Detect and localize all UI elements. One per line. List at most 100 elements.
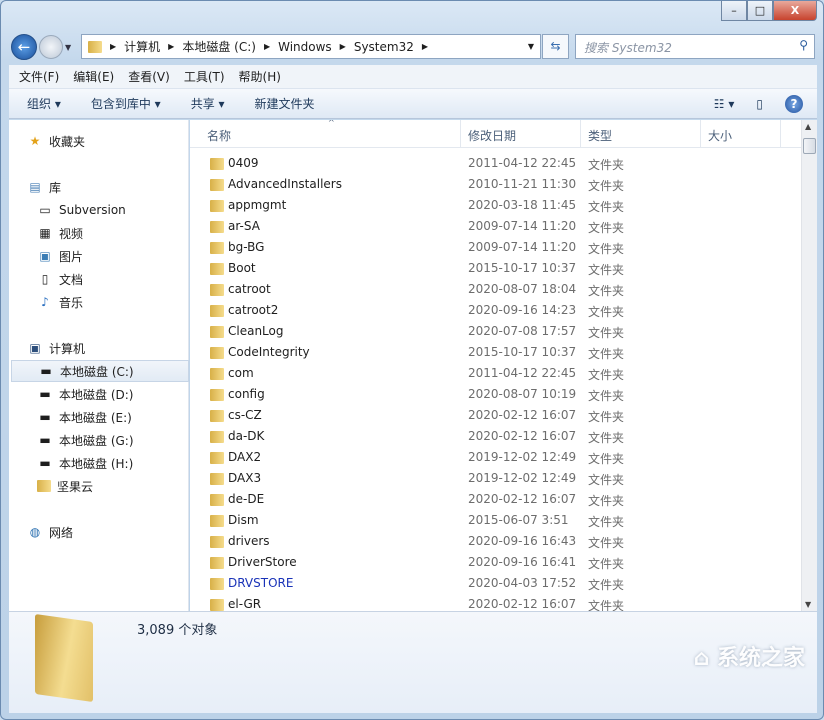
address-bar[interactable]: ▶计算机 ▶本地磁盘 (C:) ▶Windows ▶System32 ▶ ▼ bbox=[81, 34, 541, 59]
file-name: AdvancedInstallers bbox=[228, 177, 342, 191]
menu-view[interactable]: 查看(V) bbox=[128, 68, 170, 85]
menu-file[interactable]: 文件(F) bbox=[19, 68, 59, 85]
sidebar-label: 收藏夹 bbox=[49, 133, 85, 150]
file-row[interactable]: config 2020-08-07 10:19 文件夹 bbox=[190, 384, 801, 405]
back-button[interactable]: ← bbox=[11, 34, 37, 60]
file-date: 2020-02-12 16:07 bbox=[468, 429, 576, 443]
file-date: 2019-12-02 12:49 bbox=[468, 471, 576, 485]
recent-pages-dropdown[interactable]: ▼ bbox=[65, 43, 71, 52]
file-row[interactable]: 0409 2011-04-12 22:45 文件夹 bbox=[190, 153, 801, 174]
view-options-button[interactable]: ☷ ▾ bbox=[714, 97, 735, 111]
column-date[interactable]: 修改日期 bbox=[468, 127, 516, 144]
file-name: ar-SA bbox=[228, 219, 260, 233]
folder-icon bbox=[37, 480, 51, 492]
file-row[interactable]: catroot2 2020-09-16 14:23 文件夹 bbox=[190, 300, 801, 321]
sidebar-libraries[interactable]: ▤库 bbox=[27, 176, 205, 198]
vertical-scrollbar[interactable]: ▲ ▼ bbox=[801, 120, 817, 611]
breadcrumb-computer[interactable]: 计算机 bbox=[124, 38, 160, 55]
file-row[interactable]: DAX3 2019-12-02 12:49 文件夹 bbox=[190, 468, 801, 489]
share-button[interactable]: 共享 ▾ bbox=[191, 95, 225, 112]
menu-edit[interactable]: 编辑(E) bbox=[73, 68, 114, 85]
scroll-up-arrow[interactable]: ▲ bbox=[805, 122, 811, 131]
file-row[interactable]: de-DE 2020-02-12 16:07 文件夹 bbox=[190, 489, 801, 510]
file-row[interactable]: da-DK 2020-02-12 16:07 文件夹 bbox=[190, 426, 801, 447]
breadcrumb-c-drive[interactable]: 本地磁盘 (C:) bbox=[182, 38, 256, 55]
file-row[interactable]: appmgmt 2020-03-18 11:45 文件夹 bbox=[190, 195, 801, 216]
column-type[interactable]: 类型 bbox=[588, 127, 612, 144]
file-type: 文件夹 bbox=[588, 555, 624, 572]
new-folder-button[interactable]: 新建文件夹 bbox=[255, 95, 315, 112]
menu-tools[interactable]: 工具(T) bbox=[184, 68, 225, 85]
sidebar-label: 图片 bbox=[59, 248, 83, 265]
file-row[interactable]: bg-BG 2009-07-14 11:20 文件夹 bbox=[190, 237, 801, 258]
address-dropdown[interactable]: ▼ bbox=[528, 42, 534, 51]
folder-icon bbox=[210, 494, 224, 506]
file-date: 2020-02-12 16:07 bbox=[468, 597, 576, 611]
command-bar: 组织 ▾ 包含到库中 ▾ 共享 ▾ 新建文件夹 ☷ ▾ ▯ ? bbox=[9, 89, 817, 119]
file-row[interactable]: DAX2 2019-12-02 12:49 文件夹 bbox=[190, 447, 801, 468]
file-row[interactable]: com 2011-04-12 22:45 文件夹 bbox=[190, 363, 801, 384]
file-row[interactable]: drivers 2020-09-16 16:43 文件夹 bbox=[190, 531, 801, 552]
column-size[interactable]: 大小 bbox=[708, 127, 732, 144]
file-row[interactable]: DRVSTORE 2020-04-03 17:52 文件夹 bbox=[190, 573, 801, 594]
sidebar-item-music[interactable]: ♪音乐 bbox=[37, 291, 215, 313]
file-row[interactable]: Boot 2015-10-17 10:37 文件夹 bbox=[190, 258, 801, 279]
maximize-button[interactable]: □ bbox=[747, 1, 773, 21]
sidebar-label: 坚果云 bbox=[57, 478, 93, 495]
file-row[interactable]: Dism 2015-06-07 3:51 文件夹 bbox=[190, 510, 801, 531]
file-row[interactable]: el-GR 2020-02-12 16:07 文件夹 bbox=[190, 594, 801, 611]
sidebar-label: 计算机 bbox=[49, 340, 85, 357]
sidebar-network[interactable]: ◍网络 bbox=[27, 521, 205, 543]
sidebar-favorites[interactable]: ★收藏夹 bbox=[27, 130, 205, 152]
file-date: 2009-07-14 11:20 bbox=[468, 240, 576, 254]
file-name: DRVSTORE bbox=[228, 576, 293, 590]
sidebar-label: Subversion bbox=[59, 203, 126, 217]
sidebar-drive-h[interactable]: ▬本地磁盘 (H:) bbox=[37, 452, 215, 474]
sidebar-drive-e[interactable]: ▬本地磁盘 (E:) bbox=[37, 406, 215, 428]
sort-ascending-icon: ^ bbox=[328, 120, 335, 127]
help-button[interactable]: ? bbox=[785, 95, 803, 113]
search-input[interactable]: 搜索 System32⚲ bbox=[575, 34, 815, 59]
file-list: 名称 ^ 修改日期 类型 大小 0409 2011-04-12 22:45 文件… bbox=[190, 120, 801, 611]
forward-button[interactable] bbox=[39, 35, 63, 59]
sidebar-label: 本地磁盘 (D:) bbox=[59, 386, 133, 403]
file-row[interactable]: AdvancedInstallers 2010-11-21 11:30 文件夹 bbox=[190, 174, 801, 195]
file-name: drivers bbox=[228, 534, 270, 548]
file-row[interactable]: DriverStore 2020-09-16 16:41 文件夹 bbox=[190, 552, 801, 573]
sidebar-jianguoyun[interactable]: 坚果云 bbox=[37, 475, 215, 497]
include-in-library-button[interactable]: 包含到库中 ▾ bbox=[91, 95, 161, 112]
sidebar-label: 文档 bbox=[59, 271, 83, 288]
sidebar-item-videos[interactable]: ▦视频 bbox=[37, 222, 215, 244]
refresh-button[interactable]: ⇆ bbox=[542, 34, 569, 59]
scrollbar-thumb[interactable] bbox=[803, 138, 816, 154]
sidebar-item-subversion[interactable]: ▭Subversion bbox=[37, 199, 215, 221]
folder-icon bbox=[210, 221, 224, 233]
minimize-button[interactable]: – bbox=[721, 1, 747, 21]
menu-help[interactable]: 帮助(H) bbox=[239, 68, 281, 85]
file-row[interactable]: cs-CZ 2020-02-12 16:07 文件夹 bbox=[190, 405, 801, 426]
file-type: 文件夹 bbox=[588, 156, 624, 173]
file-row[interactable]: ar-SA 2009-07-14 11:20 文件夹 bbox=[190, 216, 801, 237]
close-button[interactable]: X bbox=[773, 1, 817, 21]
file-row[interactable]: CleanLog 2020-07-08 17:57 文件夹 bbox=[190, 321, 801, 342]
sidebar-item-pictures[interactable]: ▣图片 bbox=[37, 245, 215, 267]
organize-button[interactable]: 组织 ▾ bbox=[27, 95, 61, 112]
preview-pane-button[interactable]: ▯ bbox=[756, 97, 763, 111]
file-type: 文件夹 bbox=[588, 219, 624, 236]
sidebar-drive-g[interactable]: ▬本地磁盘 (G:) bbox=[37, 429, 215, 451]
sidebar-label: 视频 bbox=[59, 225, 83, 242]
file-type: 文件夹 bbox=[588, 198, 624, 215]
breadcrumb-system32[interactable]: System32 bbox=[354, 40, 414, 54]
folder-icon bbox=[210, 305, 224, 317]
column-name[interactable]: 名称 bbox=[207, 127, 231, 144]
file-row[interactable]: catroot 2020-08-07 18:04 文件夹 bbox=[190, 279, 801, 300]
file-row[interactable]: CodeIntegrity 2015-10-17 10:37 文件夹 bbox=[190, 342, 801, 363]
sidebar-item-documents[interactable]: ▯文档 bbox=[37, 268, 215, 290]
scroll-down-arrow[interactable]: ▼ bbox=[805, 600, 811, 609]
file-date: 2015-10-17 10:37 bbox=[468, 261, 576, 275]
breadcrumb-windows[interactable]: Windows bbox=[278, 40, 332, 54]
sidebar-computer[interactable]: ▣计算机 bbox=[27, 337, 205, 359]
file-type: 文件夹 bbox=[588, 177, 624, 194]
sidebar-drive-c[interactable]: ▬本地磁盘 (C:) bbox=[11, 360, 189, 382]
sidebar-drive-d[interactable]: ▬本地磁盘 (D:) bbox=[37, 383, 215, 405]
